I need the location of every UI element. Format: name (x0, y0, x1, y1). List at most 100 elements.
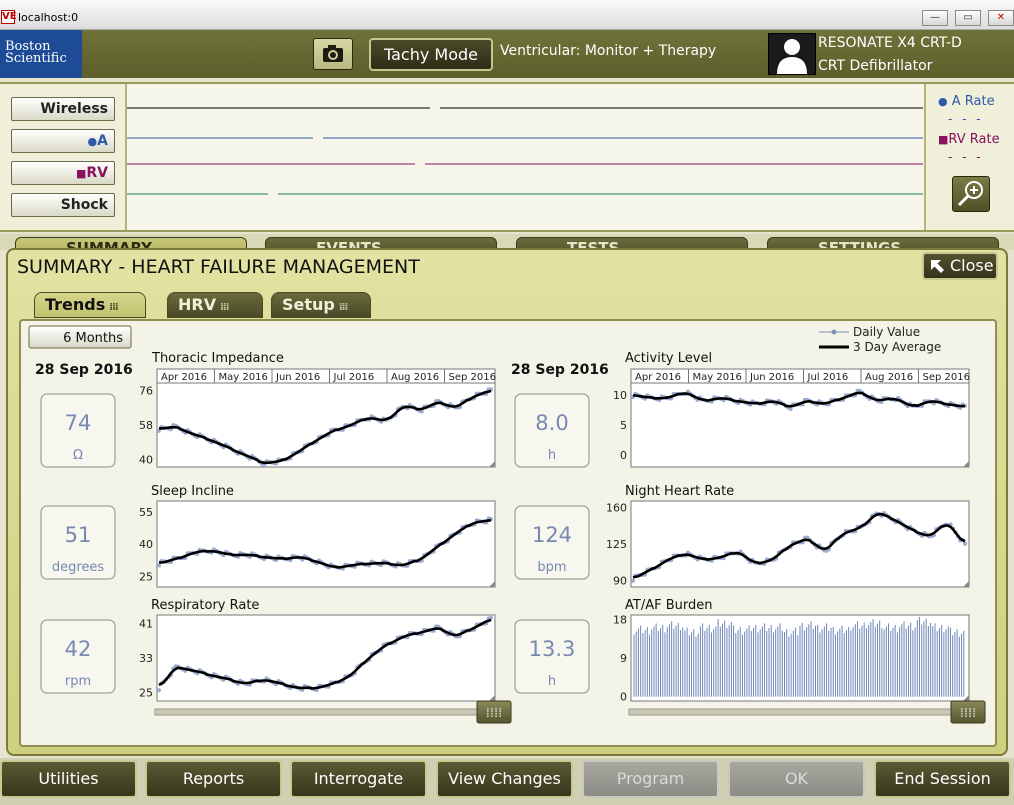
thoracic-impedance-month-label: Sep 2016 (449, 372, 496, 383)
avg-legend-label: 3 Day Average (853, 340, 941, 354)
left-time-scrollbar[interactable]: ⁞⁞⁞⁞ (154, 700, 512, 724)
thoracic-impedance-title: Thoracic Impedance (151, 351, 284, 366)
activity-level-daily-point (788, 406, 793, 411)
night-heart-rate-title: Night Heart Rate (625, 484, 734, 499)
arrow-icon (931, 260, 944, 273)
at-af-burden-ytick: 9 (620, 652, 627, 665)
egm-legend: ● A Rate - - - ■RV Rate - - - (924, 84, 1014, 230)
program-button[interactable]: Program (582, 760, 719, 798)
a-rate-label: A Rate (951, 94, 995, 109)
maximize-button[interactable]: ▭ (955, 10, 981, 26)
tachy-mode-button[interactable]: Tachy Mode (369, 38, 493, 71)
a-channel-button[interactable]: ●A (11, 129, 115, 153)
left-grip-icon: ⁞⁞⁞⁞ (486, 706, 503, 721)
sleep-incline-title: Sleep Incline (151, 484, 234, 499)
at-af-burden-unit: h (548, 674, 556, 689)
shock-label: Shock (60, 197, 108, 213)
utilities-button[interactable]: Utilities (0, 760, 137, 798)
subtab-hrv[interactable]: HRV ⁞⁞⁞ (167, 292, 263, 318)
egm-panel: Wireless ●A ■RV Shock ● A Rate - - - ■RV… (0, 82, 1014, 232)
rv-marker-icon: ■ (75, 167, 87, 180)
camera-icon (323, 45, 343, 62)
activity-level-month-label: Jun 2016 (749, 372, 794, 383)
thoracic-impedance-month-label: Apr 2016 (161, 372, 207, 383)
egm-channel-buttons: Wireless ●A ■RV Shock (0, 84, 127, 230)
thoracic-impedance-month-label: Jun 2016 (275, 372, 320, 383)
zoom-button[interactable] (952, 176, 990, 212)
activity-level-unit: h (548, 448, 556, 463)
night-heart-rate-daily-point (963, 541, 967, 546)
activity-level-month-label: Jul 2016 (807, 372, 849, 383)
minimize-button[interactable]: — (922, 10, 948, 26)
summary-panel: SUMMARY - HEART FAILURE MANAGEMENT Close… (6, 248, 1008, 756)
trend-legend: Daily Value 3 Day Average (819, 325, 941, 354)
at-af-burden-value: 13.3 (529, 637, 576, 661)
ventricular-mode-label: Ventricular: Monitor + Therapy (500, 43, 717, 59)
left-date-label: 28 Sep 2016 (35, 362, 133, 378)
logo-line2: Scientific (5, 51, 67, 66)
a-rate-dash: - - - (948, 112, 984, 126)
daily-legend-label: Daily Value (853, 325, 920, 339)
activity-level-month-label: Apr 2016 (635, 372, 681, 383)
trend-charts: 74 Ω Thoracic Impedance Apr 2016 May 2016 Jun… (40, 351, 970, 704)
egm-trace-canvas (127, 107, 923, 195)
activity-level-ytick: 5 (620, 419, 627, 432)
thoracic-impedance-month-label: Aug 2016 (391, 372, 439, 383)
night-heart-rate-unit: bpm (537, 560, 566, 575)
thoracic-impedance-ytick: 58 (139, 419, 153, 432)
rv-rate-legend: ■RV Rate (938, 132, 1000, 147)
subtab-setup[interactable]: Setup ⁞⁞⁞ (271, 292, 371, 318)
respiratory-rate-ytick: 25 (139, 686, 153, 699)
sleep-incline-ytick: 55 (139, 506, 153, 519)
sleep-incline-ytick: 25 (139, 570, 153, 583)
end-session-button[interactable]: End Session (874, 760, 1011, 798)
window-close-button[interactable]: ✕ (988, 10, 1014, 26)
activity-level-month-label: Sep 2016 (923, 372, 970, 383)
thoracic-impedance-ytick: 76 (139, 385, 153, 398)
a-rate-legend: ● A Rate (938, 94, 995, 109)
footer-bar: Utilities Reports Interrogate View Chang… (0, 758, 1014, 805)
rv-rate-dash: - - - (948, 150, 984, 164)
rv-channel-button[interactable]: ■RV (11, 161, 115, 185)
respiratory-rate-unit: rpm (65, 674, 91, 689)
rv-rate-marker-icon: ■ (938, 133, 949, 146)
trends-content: 6 Months Daily Value 3 Day Average 28 Se… (19, 319, 997, 747)
sleep-incline-unit: degrees (52, 560, 105, 575)
activity-level-value: 8.0 (535, 411, 568, 435)
shock-channel-button[interactable]: Shock (11, 193, 115, 217)
activity-level-month-label: May 2016 (693, 372, 742, 383)
activity-level-ytick: 10 (613, 389, 627, 402)
period-button[interactable]: 6 Months (28, 325, 132, 349)
window-titlebar: VE localhost:0 — ▭ ✕ (0, 0, 1014, 30)
night-heart-rate-value: 124 (532, 523, 572, 547)
period-button-label: 6 Months (63, 331, 123, 346)
sleep-incline-ytick: 40 (139, 538, 153, 551)
camera-button[interactable] (313, 38, 353, 70)
device-model: RESONATE X4 CRT-D (818, 35, 962, 51)
ok-button[interactable]: OK (728, 760, 865, 798)
night-heart-rate-ytick: 125 (606, 538, 627, 551)
rv-rate-label: RV Rate (948, 132, 1000, 147)
patient-button[interactable] (768, 33, 816, 75)
close-button[interactable]: Close (922, 252, 998, 280)
view-changes-button[interactable]: View Changes (436, 760, 573, 798)
at-af-burden-ytick: 0 (620, 691, 627, 704)
a-label: A (97, 133, 108, 149)
a-rate-marker-icon: ● (938, 95, 948, 108)
reports-button[interactable]: Reports (145, 760, 282, 798)
night-heart-rate-daily-point (631, 578, 635, 583)
daily-legend-dot (831, 329, 837, 335)
activity-level-month-label: Aug 2016 (865, 372, 913, 383)
subtab-trends-label: Trends (45, 295, 106, 314)
activity-level-ytick: 0 (620, 449, 627, 462)
thoracic-impedance-ytick: 40 (139, 453, 153, 466)
at-af-burden-title: AT/AF Burden (625, 598, 712, 613)
right-grip-icon: ⁞⁞⁞⁞ (960, 706, 977, 721)
thoracic-impedance-month-label: Jul 2016 (333, 372, 375, 383)
respiratory-rate-ytick: 41 (139, 618, 153, 631)
right-time-scrollbar[interactable]: ⁞⁞⁞⁞ (628, 700, 986, 724)
wireless-channel-button[interactable]: Wireless (11, 97, 115, 121)
interrogate-button[interactable]: Interrogate (290, 760, 427, 798)
subtab-trends[interactable]: Trends ⁞⁞⁞ (34, 292, 146, 318)
respiratory-rate-ytick: 33 (139, 652, 153, 665)
